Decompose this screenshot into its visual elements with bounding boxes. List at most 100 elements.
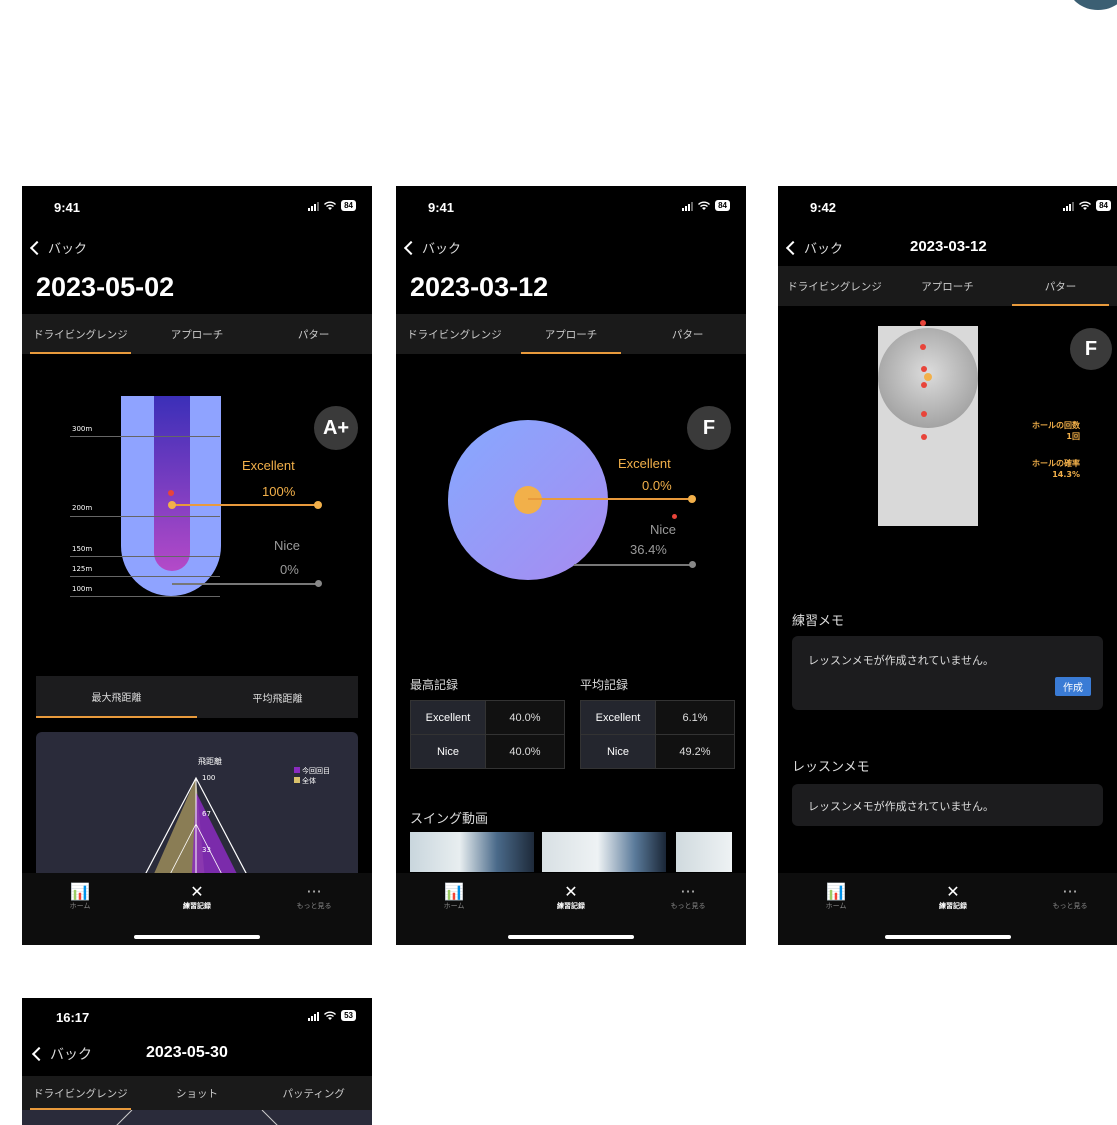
distance-mark-300: 300m <box>72 425 93 433</box>
tab-approach[interactable]: アプローチ <box>139 314 256 354</box>
swing-video-thumb[interactable] <box>542 832 666 872</box>
nice-value: 36.4% <box>630 542 667 557</box>
table-value: 40.0% <box>485 734 565 769</box>
distance-line <box>70 576 220 577</box>
back-label: バック <box>50 1047 92 1063</box>
excellent-label: Excellent <box>242 458 295 473</box>
hole-rate-label: ホールの確率 <box>1032 459 1080 468</box>
shot-marker <box>168 490 174 496</box>
back-button[interactable]: バック <box>402 238 461 257</box>
nav-record[interactable]: ✕ 練習記録 <box>541 883 601 911</box>
page-title: 2023-05-02 <box>36 272 175 302</box>
bottom-nav: 📊 ホーム ✕ 練習記録 ··· もっと見る <box>396 873 746 945</box>
nav-more[interactable]: ··· もっと見る <box>658 883 718 911</box>
tab-driving-range[interactable]: ドライビングレンジ <box>22 1076 139 1110</box>
ellipsis-icon: ··· <box>680 882 696 901</box>
nice-value: 0% <box>280 562 299 577</box>
chart-icon: 📊 <box>444 882 464 901</box>
tab-putter[interactable]: パター <box>1004 266 1117 306</box>
tab-driving-range[interactable]: ドライビングレンジ <box>396 314 513 354</box>
radar-chart-card: 飛距離 100 67 33 今回回目 全体 <box>36 732 358 892</box>
practice-memo-empty: レッスンメモが作成されていません。 <box>808 654 995 667</box>
best-record-table: Excellent 40.0% Nice 40.0% <box>410 700 565 769</box>
nav-record[interactable]: ✕ 練習記録 <box>167 883 227 911</box>
nice-pointer-line <box>172 583 318 585</box>
home-indicator <box>884 935 1011 939</box>
tab-putter[interactable]: パター <box>629 314 746 354</box>
putt-marker <box>921 382 927 388</box>
table-key: Excellent <box>410 700 486 735</box>
chevron-left-icon <box>403 240 419 255</box>
signal-icon <box>682 201 694 211</box>
bottom-nav: 📊 ホーム ✕ 練習記録 ··· もっと見る <box>778 873 1117 945</box>
wifi-icon <box>324 1011 337 1020</box>
hole-count-label: ホールの回数 <box>1032 421 1080 430</box>
battery-icon: 53 <box>341 1010 356 1021</box>
status-time: 9:41 <box>54 200 81 215</box>
home-indicator <box>508 935 634 939</box>
back-button[interactable]: バック <box>28 238 87 257</box>
table-row: Nice 40.0% <box>410 734 565 769</box>
nav-home[interactable]: 📊 ホーム <box>424 883 484 911</box>
pointer-end-dot <box>689 561 696 568</box>
excellent-value: 100% <box>262 484 296 499</box>
tab-avg-distance[interactable]: 平均飛距離 <box>197 676 358 718</box>
table-row: Excellent 6.1% <box>580 700 735 735</box>
lesson-memo-title: レッスンメモ <box>792 760 870 775</box>
back-button[interactable]: バック <box>30 1044 92 1064</box>
back-label: バック <box>422 242 462 257</box>
nav-more[interactable]: ··· もっと見る <box>284 883 344 911</box>
back-button[interactable]: バック <box>784 238 843 257</box>
table-value: 6.1% <box>655 700 735 735</box>
nav-home-label: ホーム <box>69 902 91 910</box>
tab-driving-range[interactable]: ドライビングレンジ <box>22 314 139 354</box>
tab-driving-range[interactable]: ドライビングレンジ <box>778 266 891 306</box>
page-title: 2023-03-12 <box>410 272 549 302</box>
nav-home[interactable]: 📊 ホーム <box>50 883 110 911</box>
phone-screen-driving: 9:41 84 バック 2023-05-02 ドライビングレンジ アプローチ パ… <box>22 186 372 945</box>
avg-record-table: Excellent 6.1% Nice 49.2% <box>580 700 735 769</box>
shot-marker <box>672 514 677 519</box>
tab-putter[interactable]: パター <box>255 314 372 354</box>
signal-icon <box>1063 201 1075 211</box>
nav-home[interactable]: 📊 ホーム <box>806 883 866 911</box>
table-key: Nice <box>410 734 486 769</box>
phone-screen-summary: 16:17 53 バック 2023-05-30 ドライビングレンジ ショット パ… <box>22 998 372 1125</box>
radar-chart-partial <box>22 1110 372 1125</box>
chevron-left-icon <box>785 240 801 255</box>
create-memo-button[interactable]: 作成 <box>1055 677 1091 696</box>
battery-icon: 84 <box>1096 200 1111 211</box>
nav-record-label: 練習記録 <box>183 902 211 910</box>
tab-approach[interactable]: アプローチ <box>513 314 630 354</box>
grade-badge: F <box>1070 328 1112 370</box>
legend-current: 今回回目 <box>302 767 330 775</box>
nav-more[interactable]: ··· もっと見る <box>1040 883 1100 911</box>
putt-marker <box>921 366 927 372</box>
excellent-pointer-line <box>528 498 692 500</box>
hole-count-value: 1回 <box>1066 432 1080 441</box>
tab-max-distance[interactable]: 最大飛距離 <box>36 676 197 718</box>
lesson-memo-box: レッスンメモが作成されていません。 <box>792 784 1103 826</box>
ellipsis-icon: ··· <box>306 882 322 901</box>
table-value: 49.2% <box>655 734 735 769</box>
phone-screen-approach: 9:41 84 バック 2023-03-12 ドライビングレンジ アプローチ パ… <box>396 186 746 945</box>
golf-clubs-icon: ✕ <box>946 882 960 901</box>
pointer-end-dot <box>168 501 176 509</box>
signal-icon <box>308 201 320 211</box>
tab-putting[interactable]: パッティング <box>255 1076 372 1110</box>
bottom-nav: 📊 ホーム ✕ 練習記録 ··· もっと見る <box>22 873 372 945</box>
chart-icon: 📊 <box>70 882 90 901</box>
legend-all: 全体 <box>302 777 316 785</box>
status-time: 9:41 <box>428 200 455 215</box>
status-time: 9:42 <box>810 200 837 215</box>
tab-approach[interactable]: アプローチ <box>891 266 1004 306</box>
tab-shot[interactable]: ショット <box>139 1076 256 1110</box>
back-label: バック <box>48 242 88 257</box>
excellent-value: 0.0% <box>642 478 672 493</box>
swing-video-thumb[interactable] <box>410 832 534 872</box>
range-inner-lane <box>154 396 190 571</box>
swing-video-thumb[interactable] <box>676 832 732 872</box>
table-key: Excellent <box>580 700 656 735</box>
grade-badge: A+ <box>314 406 358 450</box>
nav-record[interactable]: ✕ 練習記録 <box>923 883 983 911</box>
